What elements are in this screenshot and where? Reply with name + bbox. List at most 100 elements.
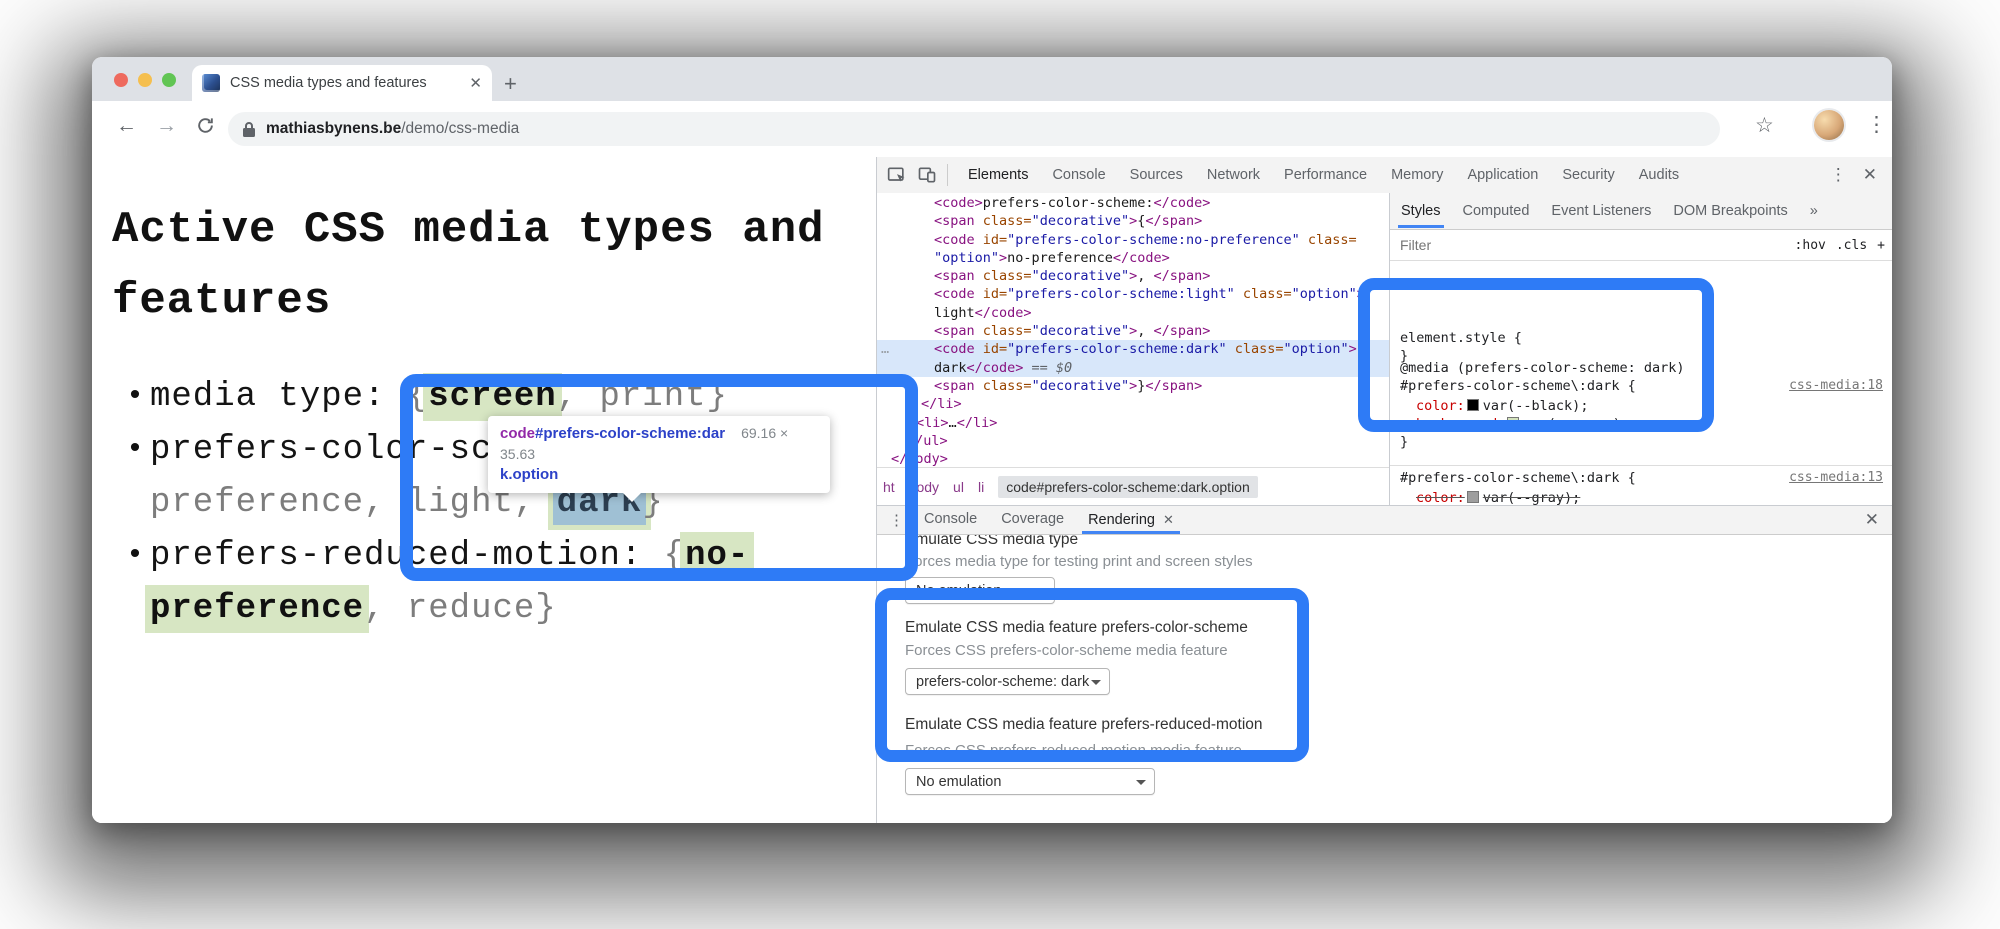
devtools-tab-performance[interactable]: Performance <box>1272 158 1379 193</box>
browser-toolbar: ← → mathiasbynens.be/demo/css-media ☆ ⋮ <box>92 101 1892 158</box>
inspect-element-icon[interactable] <box>887 165 907 185</box>
css-declaration[interactable]: color:var(--gray); <box>1400 489 1883 505</box>
styles-toggle-cls[interactable]: .cls <box>1836 238 1867 253</box>
page-heading: Active CSS media types and features <box>92 157 876 337</box>
tab-close-icon[interactable]: ✕ <box>469 74 482 92</box>
drawer-tab-rendering[interactable]: Rendering✕ <box>1076 506 1186 534</box>
active-media-value: preference <box>145 585 369 633</box>
tooltip-selector: #prefers-color-scheme:dar <box>535 425 725 442</box>
device-toolbar-icon[interactable] <box>917 165 937 185</box>
dom-tree-line[interactable]: ▶<li>…</li> <box>877 414 1389 432</box>
dom-tree-line[interactable]: <span class="decorative">, </span> <box>877 322 1389 340</box>
page-text: media type: <box>150 378 385 416</box>
devtools-tab-security[interactable]: Security <box>1550 158 1626 193</box>
dom-tree-line[interactable]: </li> <box>877 395 1389 413</box>
dom-tree-line[interactable]: <code id="prefers-color-scheme:light" cl… <box>877 285 1389 303</box>
devtools-tab-sources[interactable]: Sources <box>1118 158 1195 193</box>
styles-sidebar: StylesComputedEvent ListenersDOM Breakpo… <box>1389 193 1892 505</box>
dom-tree-line[interactable]: </ul> <box>877 432 1389 450</box>
styles-tabs: StylesComputedEvent ListenersDOM Breakpo… <box>1390 193 1892 230</box>
lock-icon <box>242 121 256 138</box>
forward-button[interactable]: → <box>156 114 177 138</box>
profile-avatar[interactable] <box>1814 110 1844 140</box>
css-declaration[interactable]: background:var(--green); <box>1400 415 1883 433</box>
dom-tree-line[interactable]: <code>prefers-color-scheme:</code> <box>877 194 1389 212</box>
devtools-tab-audits[interactable]: Audits <box>1627 158 1691 193</box>
css-rules: element.style {}@media (prefers-color-sc… <box>1390 259 1892 505</box>
expand-arrow-icon[interactable]: ▶ <box>907 419 913 430</box>
rendering-select-prefers-color-scheme[interactable]: prefers-color-scheme: dark <box>905 668 1110 695</box>
close-window-button[interactable] <box>114 73 128 87</box>
css-rule-source-link[interactable]: css-media:18 <box>1400 377 1883 395</box>
drawer-tab-coverage[interactable]: Coverage <box>989 506 1076 534</box>
dom-tree-line[interactable]: …<code id="prefers-color-scheme:dark" cl… <box>877 340 1389 358</box>
rendering-section-title: Emulate CSS media feature prefers-color-… <box>905 619 1248 637</box>
styles-toggles: :hov .cls + <box>1795 238 1885 253</box>
page-text: } <box>535 590 556 628</box>
minimize-window-button[interactable] <box>138 73 152 87</box>
drawer-tabs: ConsoleCoverageRendering✕ <box>912 506 1186 534</box>
devtools-tab-console[interactable]: Console <box>1040 158 1117 193</box>
browser-menu-icon[interactable]: ⋮ <box>1866 112 1887 137</box>
breadcrumb-item[interactable]: body <box>909 479 939 495</box>
dom-tree-line[interactable]: <code id="prefers-color-scheme:no-prefer… <box>877 231 1389 249</box>
feature-list: •media type: {screen, print}•prefers-col… <box>92 371 876 636</box>
devtools-tab-memory[interactable]: Memory <box>1379 158 1455 193</box>
breadcrumb-item[interactable]: code#prefers-color-scheme:dark.option <box>998 476 1258 498</box>
page-text: { <box>642 537 685 575</box>
devtools-tab-application[interactable]: Application <box>1455 158 1550 193</box>
css-rule-source-link[interactable]: css-media:13 <box>1400 469 1883 487</box>
breadcrumb: htbodyulli code#prefers-color-scheme:dark… <box>877 467 1389 505</box>
devtools-tabs: ElementsConsoleSourcesNetworkPerformance… <box>956 158 1691 193</box>
styles-tab-event-listeners[interactable]: Event Listeners <box>1540 194 1662 228</box>
reload-button[interactable] <box>196 116 215 135</box>
page-text: , <box>364 484 407 522</box>
rendering-select-prefers-reduced-motion[interactable]: No emulation <box>905 768 1155 795</box>
dom-tree-line[interactable]: <span class="decorative">, </span> <box>877 267 1389 285</box>
rendering-section-description: Forces CSS prefers-color-scheme media fe… <box>905 642 1228 659</box>
drawer-tab-close-icon[interactable]: ✕ <box>1163 512 1174 527</box>
breadcrumb-item[interactable]: li <box>978 479 984 495</box>
drawer-menu-icon[interactable]: ⋮ <box>877 511 912 529</box>
new-tab-button[interactable]: + <box>504 71 517 97</box>
breadcrumb-item[interactable]: ht <box>883 479 895 495</box>
color-swatch-gray[interactable] <box>1467 491 1479 503</box>
dom-tree-line[interactable]: dark</code> == $0 <box>877 359 1389 377</box>
dom-tree-line[interactable]: "option">no-preference</code> <box>877 249 1389 267</box>
styles-tab-computed[interactable]: Computed <box>1452 194 1541 228</box>
color-swatch-green[interactable] <box>1507 417 1519 429</box>
devtools-tab-elements[interactable]: Elements <box>956 158 1040 193</box>
bullet-icon: • <box>126 530 145 583</box>
devtools-tab-network[interactable]: Network <box>1195 158 1272 193</box>
url-bar[interactable]: mathiasbynens.be/demo/css-media <box>228 112 1720 146</box>
drawer-tab-console[interactable]: Console <box>912 506 989 534</box>
styles-toggle-[interactable]: + <box>1877 238 1885 253</box>
tab-strip: CSS media types and features ✕ + <box>92 57 1892 101</box>
devtools-close-icon[interactable]: ✕ <box>1857 165 1883 185</box>
back-button[interactable]: ← <box>116 114 137 138</box>
styles-tab-dom-breakpoints[interactable]: DOM Breakpoints <box>1662 194 1798 228</box>
rendering-select-media-type[interactable]: No emulation <box>905 577 1055 604</box>
dom-tree-line[interactable]: light</code> <box>877 304 1389 322</box>
elements-panel: <code>prefers-color-scheme:</code><span … <box>877 193 1389 505</box>
devtools-menu-icon[interactable]: ⋮ <box>1824 165 1853 185</box>
maximize-window-button[interactable] <box>162 73 176 87</box>
color-swatch-black[interactable] <box>1467 399 1479 411</box>
dom-gutter-dots: … <box>881 340 889 358</box>
styles-tab-styles[interactable]: Styles <box>1390 194 1452 228</box>
styles-toggle-hov[interactable]: :hov <box>1795 238 1826 253</box>
css-atrule: @media (prefers-color-scheme: dark) <box>1400 359 1883 377</box>
styles-filter-input[interactable] <box>1398 236 1795 254</box>
url-host: mathiasbynens.be <box>266 120 401 138</box>
dom-tree-line[interactable]: <span class="decorative">{</span> <box>877 212 1389 230</box>
css-declaration[interactable]: color:var(--black); <box>1400 397 1883 415</box>
styles-tab--[interactable]: » <box>1799 194 1829 228</box>
dom-tree-line[interactable]: <span class="decorative">}</span> <box>877 377 1389 395</box>
drawer-close-icon[interactable]: ✕ <box>1865 510 1892 530</box>
active-media-value: no- <box>680 532 754 580</box>
dom-tree-line[interactable]: </body> <box>877 450 1389 468</box>
browser-tab[interactable]: CSS media types and features ✕ <box>192 65 492 101</box>
rendering-section-title: Emulate CSS media type <box>905 535 1078 549</box>
breadcrumb-item[interactable]: ul <box>953 479 964 495</box>
bookmark-star-icon[interactable]: ☆ <box>1755 113 1774 138</box>
